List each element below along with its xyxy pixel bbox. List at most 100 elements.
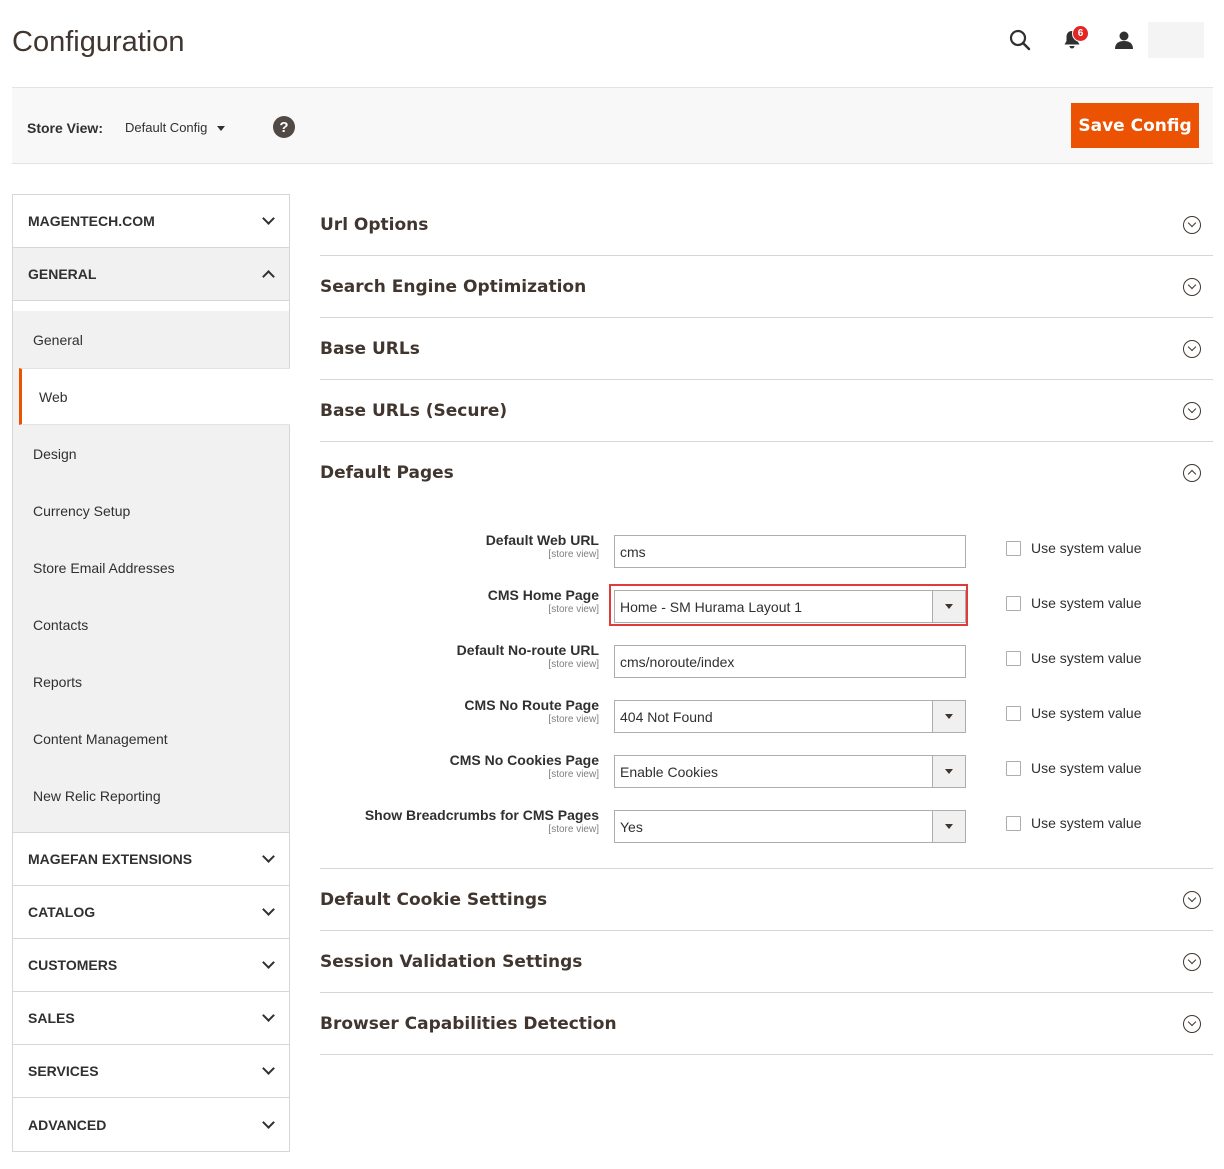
- field-row: CMS Home Page [store view] Home - SM Hur…: [320, 579, 1213, 634]
- sidebar-item-general[interactable]: General: [13, 311, 289, 368]
- checkbox[interactable]: [1006, 705, 1021, 721]
- checkbox[interactable]: [1006, 540, 1021, 556]
- sidebar-item-store-email-addresses[interactable]: Store Email Addresses: [13, 539, 289, 596]
- cms-no-route-page-select[interactable]: 404 Not Found: [614, 700, 966, 733]
- chevron-down-icon: [262, 1009, 275, 1022]
- config-sidebar: MAGENTECH.COM GENERAL General Web Design…: [12, 194, 290, 1152]
- checkbox[interactable]: [1006, 760, 1021, 776]
- sidebar-item-contacts[interactable]: Contacts: [13, 596, 289, 653]
- use-system-value-checkbox[interactable]: Use system value: [1006, 760, 1141, 776]
- sidebar-section-advanced[interactable]: ADVANCED: [13, 1098, 289, 1151]
- sidebar-general-items: General Web Design Currency Setup Store …: [13, 311, 290, 833]
- sidebar-item-content-management[interactable]: Content Management: [13, 710, 289, 767]
- field-row: Default No-route URL [store view] cms/no…: [320, 634, 1213, 689]
- dropdown-arrow-icon: [945, 604, 953, 609]
- section-browser-capabilities-detection[interactable]: Browser Capabilities Detection: [320, 993, 1213, 1055]
- field-label: Default Web URL [store view]: [485, 532, 599, 560]
- sidebar-item-reports[interactable]: Reports: [13, 653, 289, 710]
- store-view-dropdown[interactable]: Default Config: [125, 120, 226, 135]
- header-actions: 6: [1000, 22, 1204, 58]
- section-default-pages[interactable]: Default Pages: [320, 442, 1213, 504]
- section-title: Default Pages: [320, 463, 454, 483]
- page-title: Configuration: [12, 26, 185, 58]
- expand-circle-icon: [1183, 277, 1201, 296]
- default-web-url-input[interactable]: cms: [614, 535, 966, 568]
- expand-circle-icon: [1183, 952, 1201, 971]
- section-title: Url Options: [320, 214, 429, 235]
- cms-no-cookies-page-select[interactable]: Enable Cookies: [614, 755, 966, 788]
- sidebar-section-magentech[interactable]: MAGENTECH.COM: [13, 195, 289, 248]
- sidebar-section-services[interactable]: SERVICES: [13, 1045, 289, 1098]
- caret-down-icon: [217, 126, 226, 131]
- store-view-selected: Default Config: [125, 120, 208, 135]
- collapse-circle-icon: [1183, 464, 1201, 482]
- dropdown-arrow-icon: [945, 824, 953, 829]
- field-label: CMS No Route Page [store view]: [464, 697, 599, 725]
- section-base-urls-secure[interactable]: Base URLs (Secure): [320, 380, 1213, 442]
- expand-circle-icon: [1183, 339, 1201, 358]
- sidebar-section-label: CATALOG: [28, 904, 96, 920]
- section-title: Base URLs (Secure): [320, 400, 508, 421]
- sidebar-section-label: MAGENTECH.COM: [28, 213, 155, 229]
- field-row: Show Breadcrumbs for CMS Pages [store vi…: [320, 799, 1213, 854]
- expand-circle-icon: [1183, 215, 1201, 234]
- account-button[interactable]: [1104, 22, 1144, 58]
- sidebar-section-label: ADVANCED: [28, 1116, 107, 1133]
- use-system-value-checkbox[interactable]: Use system value: [1006, 705, 1141, 721]
- sidebar-item-web[interactable]: Web: [19, 368, 290, 425]
- section-search-engine-optimization[interactable]: Search Engine Optimization: [320, 256, 1213, 318]
- account-name-redacted: [1148, 22, 1204, 58]
- section-session-validation-settings[interactable]: Session Validation Settings: [320, 931, 1213, 993]
- chevron-up-icon: [262, 270, 275, 283]
- notifications-badge: 6: [1072, 25, 1089, 42]
- sidebar-item-new-relic-reporting[interactable]: New Relic Reporting: [13, 767, 289, 824]
- section-title: Browser Capabilities Detection: [320, 1013, 617, 1034]
- chevron-down-icon: [262, 956, 275, 969]
- sidebar-section-label: SALES: [28, 1010, 75, 1026]
- sidebar-section-catalog[interactable]: CATALOG: [13, 886, 289, 939]
- field-label: Show Breadcrumbs for CMS Pages [store vi…: [364, 807, 599, 835]
- sidebar-section-customers[interactable]: CUSTOMERS: [13, 939, 289, 992]
- section-title: Session Validation Settings: [320, 951, 583, 972]
- store-view-bar: Store View: Default Config ? Save Config: [12, 87, 1213, 164]
- sidebar-section-magefan-extensions[interactable]: MAGEFAN EXTENSIONS: [13, 833, 289, 886]
- expand-circle-icon: [1183, 1014, 1201, 1033]
- sidebar-item-currency-setup[interactable]: Currency Setup: [13, 482, 289, 539]
- chevron-down-icon: [262, 1062, 275, 1075]
- section-url-options[interactable]: Url Options: [320, 194, 1213, 256]
- sidebar-section-general[interactable]: GENERAL: [13, 248, 289, 301]
- sidebar-section-label: SERVICES: [28, 1063, 99, 1079]
- field-row: CMS No Route Page [store view] 404 Not F…: [320, 689, 1213, 744]
- sidebar-item-design[interactable]: Design: [13, 425, 289, 482]
- show-breadcrumbs-select[interactable]: Yes: [614, 810, 966, 843]
- field-row: CMS No Cookies Page [store view] Enable …: [320, 744, 1213, 799]
- use-system-value-checkbox[interactable]: Use system value: [1006, 815, 1141, 831]
- section-title: Search Engine Optimization: [320, 276, 587, 297]
- search-button[interactable]: [1000, 22, 1040, 58]
- search-icon: [1009, 29, 1031, 51]
- checkbox[interactable]: [1006, 815, 1021, 831]
- user-icon: [1115, 31, 1133, 49]
- config-main: Url Options Search Engine Optimization B…: [320, 194, 1213, 1055]
- notifications-button[interactable]: 6: [1052, 22, 1092, 58]
- use-system-value-checkbox[interactable]: Use system value: [1006, 595, 1141, 611]
- use-system-value-checkbox[interactable]: Use system value: [1006, 540, 1141, 556]
- field-label: CMS Home Page [store view]: [487, 587, 599, 615]
- section-default-cookie-settings[interactable]: Default Cookie Settings: [320, 869, 1213, 931]
- checkbox[interactable]: [1006, 595, 1021, 611]
- sidebar-section-sales[interactable]: SALES: [13, 992, 289, 1045]
- help-icon[interactable]: ?: [273, 116, 295, 138]
- save-config-button[interactable]: Save Config: [1071, 103, 1199, 148]
- chevron-down-icon: [262, 903, 275, 916]
- checkbox[interactable]: [1006, 650, 1021, 666]
- default-noroute-url-input[interactable]: cms/noroute/index: [614, 645, 966, 678]
- chevron-down-icon: [262, 212, 275, 225]
- dropdown-arrow-icon: [945, 769, 953, 774]
- section-title: Default Cookie Settings: [320, 889, 548, 910]
- sidebar-section-label: MAGEFAN EXTENSIONS: [28, 851, 193, 867]
- cms-home-page-select[interactable]: Home - SM Hurama Layout 1: [614, 590, 966, 623]
- chevron-down-icon: [262, 1115, 275, 1129]
- use-system-value-checkbox[interactable]: Use system value: [1006, 650, 1141, 666]
- sidebar-section-label: GENERAL: [28, 266, 97, 282]
- section-base-urls[interactable]: Base URLs: [320, 318, 1213, 380]
